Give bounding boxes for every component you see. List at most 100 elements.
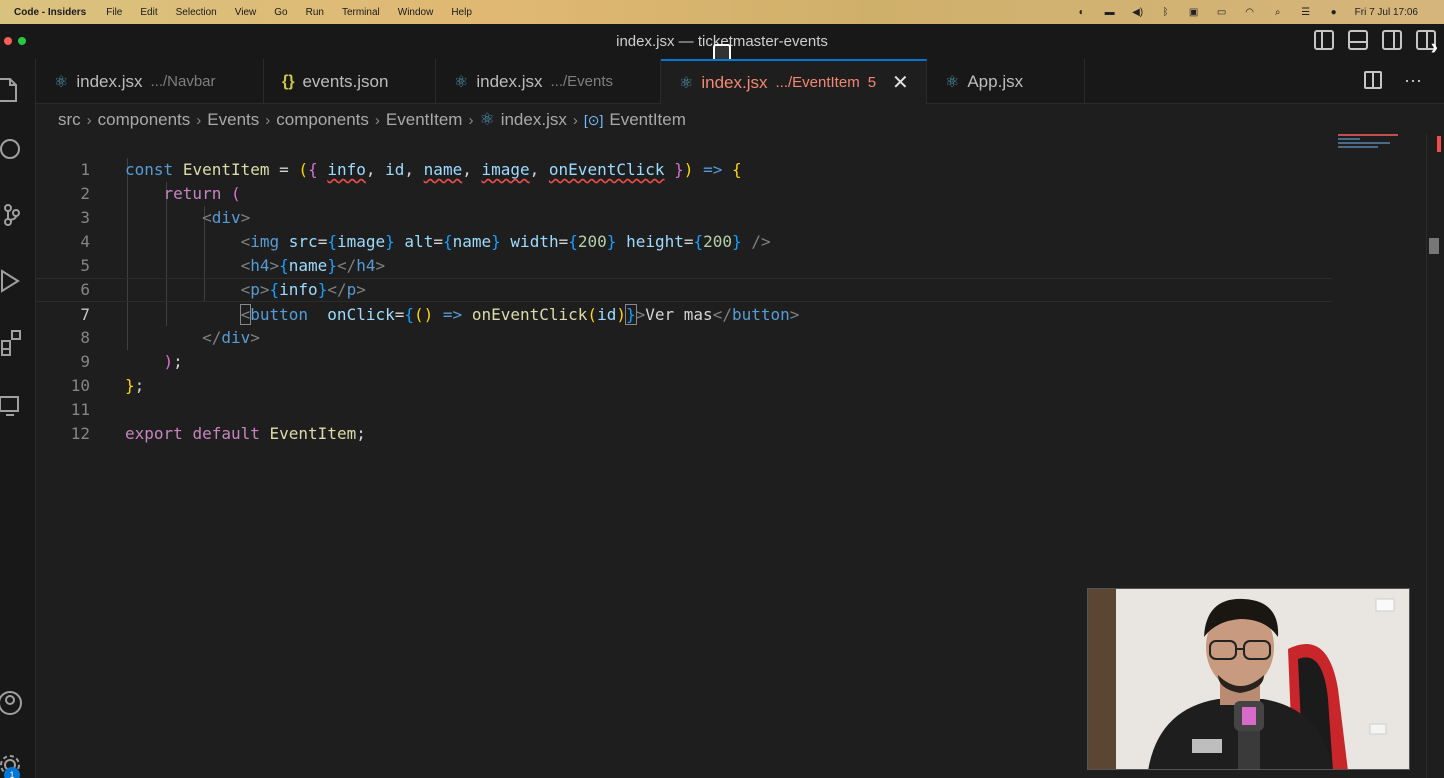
spotlight-search-icon[interactable]: ⌕ [1271, 6, 1285, 18]
battery-icon[interactable]: ▭ [1215, 6, 1229, 18]
settings-update-badge: 1 [4, 767, 20, 778]
chevron-right-icon: › [374, 111, 380, 129]
code-line-9: 9 ); [36, 326, 1332, 371]
tab-label: App.jsx [967, 71, 1024, 91]
symbol-variable-icon: [⊙] [583, 111, 604, 128]
tab-label: events.json [302, 71, 389, 91]
code-line-10: 10}; [36, 350, 1332, 395]
code-text: export default EventItem; [125, 424, 366, 443]
code-line-12: 12 export default EventItem; [36, 398, 1332, 443]
remote-explorer-icon[interactable] [0, 393, 24, 421]
code-line-8: 8 </div> [36, 302, 1332, 347]
chevron-right-icon: › [468, 111, 474, 129]
react-icon: ⚛ [679, 74, 694, 92]
tab-eventitem-index[interactable]: ⚛ index.jsx .../EventItem 5 ✕ [661, 59, 927, 104]
tab-events-index[interactable]: ⚛ index.jsx .../Events [436, 59, 661, 104]
menu-window[interactable]: Window [398, 7, 434, 18]
menu-go[interactable]: Go [274, 7, 287, 18]
activity-bar [0, 59, 36, 778]
tab-events-json[interactable]: {} events.json [264, 59, 436, 104]
display-icon[interactable]: ▬ [1103, 6, 1117, 18]
editor-actions: ⋯ [1364, 71, 1422, 92]
toggle-primary-sidebar-icon[interactable] [1314, 30, 1334, 50]
menu-file[interactable]: File [106, 7, 122, 18]
screen-record-icon[interactable]: ◐ [1075, 6, 1089, 18]
minimap-line [1338, 134, 1398, 136]
breadcrumb-item[interactable]: Events [207, 110, 259, 130]
breadcrumb-item[interactable]: components [276, 110, 369, 130]
breadcrumb-item[interactable]: index.jsx [501, 110, 567, 130]
menu-help[interactable]: Help [451, 7, 472, 18]
breadcrumb-item[interactable]: EventItem [386, 110, 463, 130]
tab-label: index.jsx [701, 72, 768, 92]
tab-label: index.jsx [476, 71, 543, 91]
menu-view[interactable]: View [235, 7, 257, 18]
zoom-window-button[interactable] [18, 37, 26, 45]
code-line-11: 11 [36, 374, 1332, 419]
scrollbar-error-marker [1437, 136, 1441, 152]
menu-run[interactable]: Run [306, 7, 324, 18]
tab-problem-count: 5 [867, 74, 877, 91]
chevron-right-icon: › [572, 111, 578, 129]
code-line-7: 7 <button onClick={() => onEventClick(id… [36, 278, 1332, 325]
account-icon[interactable] [0, 689, 24, 717]
tab-app-jsx[interactable]: ⚛ App.jsx [927, 59, 1085, 104]
minimap-line [1338, 146, 1378, 148]
code-line-4: 4 <img src={image} alt={name} width={200… [36, 206, 1332, 251]
source-control-icon[interactable] [0, 201, 24, 229]
wifi-icon[interactable]: ◠ [1243, 6, 1257, 18]
tab-path: .../Navbar [150, 73, 216, 90]
explorer-icon[interactable] [0, 75, 24, 103]
layout-controls [1314, 30, 1436, 50]
more-actions-icon[interactable]: ⋯ [1404, 71, 1422, 92]
close-icon[interactable]: ✕ [892, 70, 909, 95]
minimap[interactable] [1338, 134, 1418, 164]
window-title-bar: index.jsx — ticketmaster-events › [0, 24, 1444, 62]
menu-terminal[interactable]: Terminal [342, 7, 380, 18]
menu-app-name[interactable]: Code - Insiders [14, 7, 86, 18]
react-icon: ⚛ [945, 73, 960, 91]
breadcrumb-item[interactable]: EventItem [609, 110, 686, 130]
menu-edit[interactable]: Edit [140, 7, 157, 18]
chevron-right-icon: › [196, 111, 202, 129]
search-icon[interactable] [0, 135, 24, 163]
json-icon: {} [282, 72, 295, 90]
code-line-5: 5 <h4>{name}</h4> [36, 230, 1332, 275]
run-debug-icon[interactable] [0, 267, 24, 295]
breadcrumb-item[interactable]: components [98, 110, 191, 130]
presenter-video-image [1088, 589, 1409, 769]
siri-icon[interactable]: ● [1327, 6, 1341, 18]
chevron-right-icon: › [265, 111, 271, 129]
menu-bar-status-area: ◐ ▬ ◀) ᛒ ▣ ▭ ◠ ⌕ ☰ ● Fri 7 Jul 17:06 [1075, 0, 1418, 24]
breadcrumb-item[interactable]: src [58, 110, 81, 130]
control-center-icon[interactable]: ☰ [1299, 6, 1313, 18]
react-icon: ⚛ [479, 110, 495, 129]
code-line-3: 3 <div> [36, 182, 1332, 227]
chevron-right-icon[interactable]: › [1431, 34, 1438, 60]
minimap-line [1338, 142, 1390, 144]
toggle-secondary-sidebar-icon[interactable] [1382, 30, 1402, 50]
code-line-2: 2 return ( [36, 158, 1332, 203]
menu-selection[interactable]: Selection [176, 7, 217, 18]
input-source-icon[interactable]: ▣ [1187, 6, 1201, 18]
split-editor-icon[interactable] [1364, 71, 1382, 89]
macos-menu-bar: Code - Insiders File Edit Selection View… [0, 0, 1444, 24]
window-controls [4, 37, 26, 45]
tab-path: .../EventItem [775, 74, 860, 91]
vertical-scrollbar[interactable] [1426, 134, 1441, 778]
bluetooth-icon[interactable]: ᛒ [1159, 6, 1173, 18]
close-window-button[interactable] [4, 37, 12, 45]
menu-bar-clock[interactable]: Fri 7 Jul 17:06 [1355, 7, 1418, 18]
extensions-icon[interactable] [0, 329, 24, 357]
tab-path: .../Events [550, 73, 614, 90]
minimap-line [1338, 138, 1360, 140]
toggle-panel-icon[interactable] [1348, 30, 1368, 50]
volume-icon[interactable]: ◀) [1131, 6, 1145, 18]
react-icon: ⚛ [54, 73, 69, 91]
webcam-overlay [1087, 588, 1410, 770]
scrollbar-thumb[interactable] [1429, 238, 1439, 254]
code-line-1: 1 const EventItem = ({ info, id, name, im… [36, 134, 1332, 179]
editor-tabs: ⚛ index.jsx .../Navbar {} events.json ⚛ … [36, 59, 1444, 104]
tab-label: index.jsx [76, 71, 143, 91]
tab-navbar-index[interactable]: ⚛ index.jsx .../Navbar [36, 59, 264, 104]
